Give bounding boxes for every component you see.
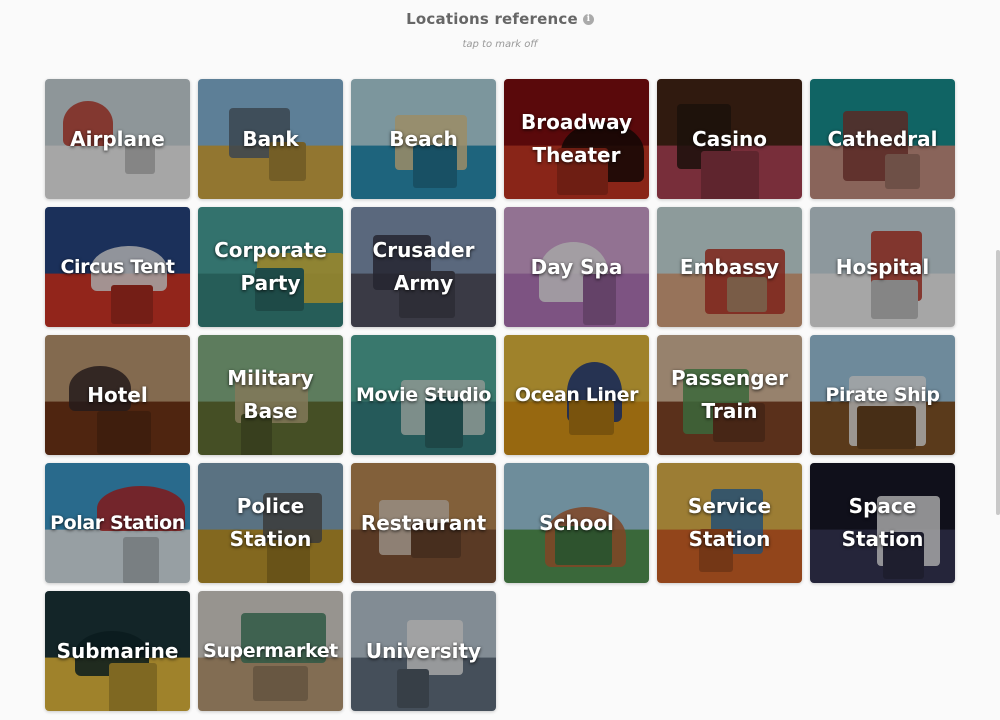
location-card[interactable]: Beach [351,79,496,199]
location-card[interactable]: Police Station [198,463,343,583]
page-subtitle: tap to mark off [462,39,538,50]
location-card[interactable]: Day Spa [504,207,649,327]
location-card[interactable]: Crusader Army [351,207,496,327]
location-card[interactable]: Polar Station [45,463,190,583]
info-icon[interactable]: i [582,13,594,25]
location-label: Crusader Army [372,238,475,295]
location-card[interactable]: Corporate Party [198,207,343,327]
location-card[interactable]: University [351,591,496,711]
location-label: Hotel [87,382,148,407]
location-card[interactable]: Restaurant [351,463,496,583]
location-label: Ocean Liner [514,383,639,406]
location-label: Submarine [56,638,179,663]
location-label: Casino [692,126,767,151]
location-card[interactable]: School [504,463,649,583]
page-header: Locations reference i tap to mark off [0,10,1000,50]
location-label: Restaurant [360,510,487,535]
location-card[interactable]: Circus Tent [45,207,190,327]
location-card[interactable]: Airplane [45,79,190,199]
location-label: Space Station [841,494,924,551]
location-label: Circus Tent [60,255,175,278]
location-label: Hospital [835,254,930,279]
location-card[interactable]: Casino [657,79,802,199]
scrollbar[interactable] [996,250,1000,515]
location-label: Bank [242,126,299,151]
location-card[interactable]: Supermarket [198,591,343,711]
location-label: Beach [389,126,458,151]
location-card[interactable]: Service Station [657,463,802,583]
location-label: Movie Studio [355,383,492,406]
location-card[interactable]: Pirate Ship [810,335,955,455]
location-card[interactable]: Passenger Train [657,335,802,455]
location-label: Cathedral [827,126,938,151]
location-label: University [365,638,482,663]
location-label: Day Spa [530,254,623,279]
location-card[interactable]: Hotel [45,335,190,455]
location-label: School [539,510,614,535]
location-label: Broadway Theater [520,110,633,167]
title-row: Locations reference i [0,10,1000,28]
location-label: Police Station [229,494,312,551]
location-label: Airplane [70,126,165,151]
location-card[interactable]: Ocean Liner [504,335,649,455]
location-label: Embassy [679,254,780,279]
location-card[interactable]: Hospital [810,207,955,327]
location-card[interactable]: Broadway Theater [504,79,649,199]
location-label: Corporate Party [214,238,327,295]
location-label: Polar Station [50,511,185,534]
location-label: Service Station [687,494,772,551]
location-card[interactable]: Embassy [657,207,802,327]
location-card[interactable]: Bank [198,79,343,199]
location-label: Passenger Train [671,366,788,423]
locations-grid: Airplane Bank Beach Broadway Theater Casino C… [45,79,955,711]
location-label: Military Base [227,366,314,423]
location-card[interactable]: Submarine [45,591,190,711]
location-card[interactable]: Space Station [810,463,955,583]
location-card[interactable]: Cathedral [810,79,955,199]
location-card[interactable]: Military Base [198,335,343,455]
location-label: Supermarket [203,639,338,662]
location-label: Pirate Ship [825,383,940,406]
location-card[interactable]: Movie Studio [351,335,496,455]
page-title: Locations reference [406,10,578,28]
